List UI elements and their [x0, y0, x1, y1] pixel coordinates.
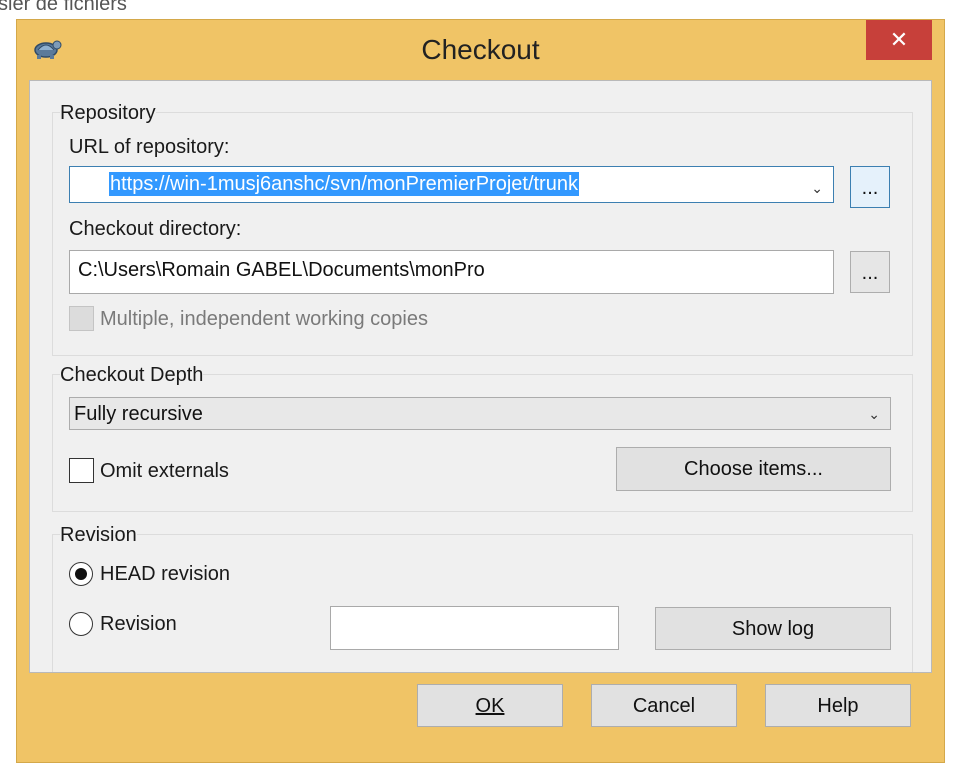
revision-radio[interactable] [69, 612, 93, 636]
repository-group-label: Repository [60, 101, 156, 125]
url-combobox[interactable]: https://win-1musj6anshc/svn/monPremierPr… [69, 166, 834, 203]
chevron-down-icon: ⌄ [811, 180, 823, 196]
help-button[interactable]: Help [765, 684, 911, 727]
omit-externals-checkbox[interactable] [69, 458, 94, 483]
checkout-dialog: Checkout ✕ Repository URL of repository:… [16, 19, 945, 763]
cancel-button[interactable]: Cancel [591, 684, 737, 727]
url-input-value: https://win-1musj6anshc/svn/monPremierPr… [109, 172, 579, 196]
show-log-button[interactable]: Show log [655, 607, 891, 650]
head-revision-label: HEAD revision [100, 563, 231, 585]
checkout-directory-label: Checkout directory: [69, 218, 242, 240]
choose-items-button[interactable]: Choose items... [616, 447, 891, 491]
dialog-client-area: Repository URL of repository: https://wi… [29, 80, 932, 673]
omit-externals-label: Omit externals [100, 460, 229, 482]
multiple-copies-checkbox[interactable] [69, 306, 94, 331]
checkout-depth-group-label: Checkout Depth [60, 363, 204, 387]
dialog-title: Checkout [421, 34, 540, 65]
checkout-directory-value: C:\Users\Romain GABEL\Documents\monPro [78, 259, 485, 281]
revision-group [52, 534, 913, 672]
url-label: URL of repository: [69, 136, 230, 158]
multiple-copies-label: Multiple, independent working copies [100, 308, 428, 330]
revision-input[interactable] [330, 606, 619, 650]
background-explorer-text: ssier de fichiers [0, 0, 127, 14]
checkout-depth-selected: Fully recursive [74, 403, 203, 425]
ok-button-label: OK [475, 695, 505, 717]
directory-browse-button[interactable]: ... [850, 251, 890, 293]
head-revision-radio[interactable] [69, 562, 93, 586]
close-icon: ✕ [889, 27, 909, 52]
checkout-depth-group [52, 374, 913, 512]
revision-group-label: Revision [60, 523, 137, 547]
ok-button[interactable]: OK [417, 684, 563, 727]
revision-label: Revision [100, 613, 177, 635]
checkout-directory-input[interactable]: C:\Users\Romain GABEL\Documents\monPro [69, 250, 834, 294]
checkout-depth-dropdown[interactable]: Fully recursive ⌄ [69, 397, 891, 430]
close-button[interactable]: ✕ [866, 20, 932, 60]
url-browse-button[interactable]: ... [850, 166, 890, 208]
chevron-down-icon: ⌄ [868, 406, 880, 422]
